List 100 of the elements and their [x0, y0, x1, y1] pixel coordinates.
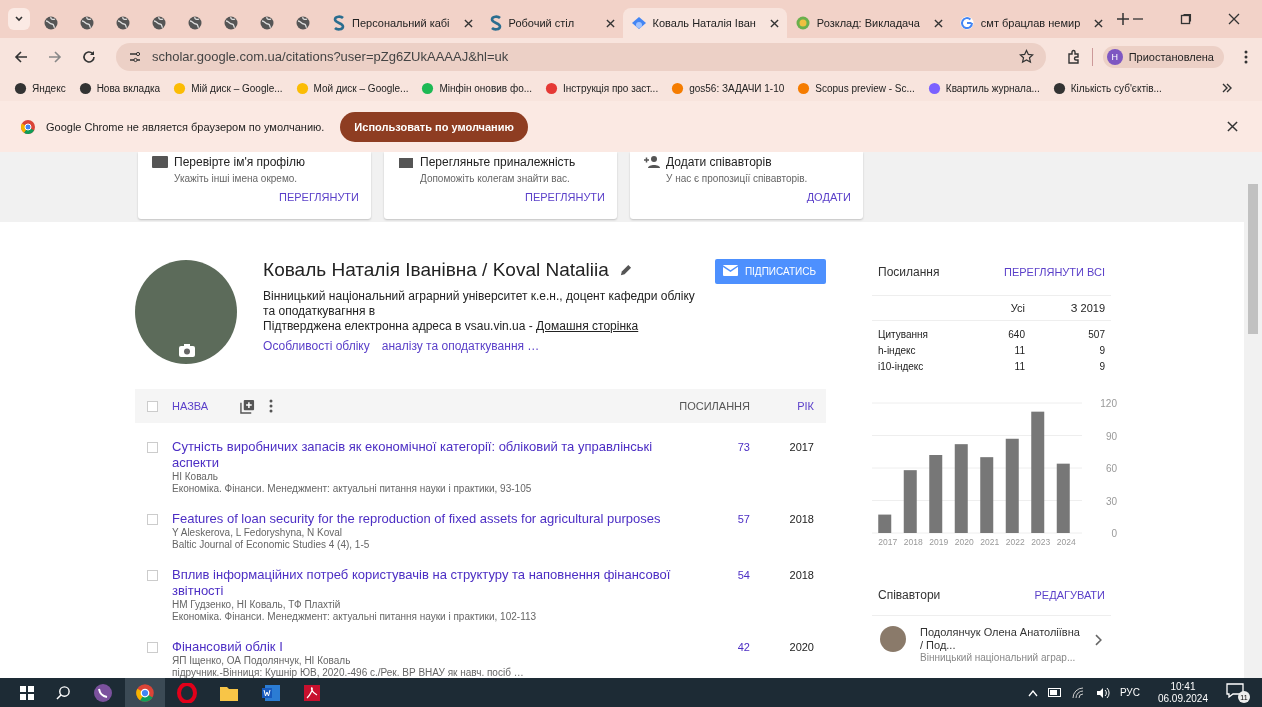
close-icon[interactable] — [769, 18, 779, 28]
card-action-link[interactable]: ПЕРЕГЛЯНУТИ — [525, 191, 605, 203]
viber-icon[interactable] — [93, 682, 113, 703]
site-settings-icon[interactable] — [128, 49, 142, 64]
pdf-icon[interactable] — [303, 683, 321, 702]
language-indicator[interactable]: РУС — [1119, 687, 1140, 698]
article-title-link[interactable]: Вплив інформаційних потреб користувачів на структуру та наповнення фінансової звітності — [172, 567, 672, 599]
citation-count-link[interactable]: 42 — [737, 641, 750, 653]
more-options-icon[interactable] — [269, 399, 274, 413]
card-action-link[interactable]: ДОДАТИ — [806, 191, 851, 203]
add-icon[interactable] — [240, 398, 256, 414]
checkbox[interactable] — [147, 642, 158, 653]
chrome-taskbar-icon[interactable] — [125, 678, 165, 707]
pencil-icon[interactable] — [618, 263, 632, 277]
battery-icon[interactable] — [1047, 688, 1062, 697]
citation-count-link[interactable]: 57 — [737, 513, 750, 525]
back-icon[interactable] — [14, 49, 28, 64]
bookmark-favicon-icon — [14, 81, 27, 95]
opera-icon[interactable] — [177, 682, 197, 703]
maximize-icon[interactable] — [1180, 13, 1192, 25]
bookmark-link[interactable]: Мінфін оновив фо... — [421, 81, 533, 95]
set-default-button[interactable]: Использовать по умолчанию — [340, 111, 528, 142]
checkbox[interactable] — [147, 400, 158, 412]
clock[interactable]: 10:41 06.09.2024 — [1157, 680, 1208, 705]
address-bar[interactable]: scholar.google.com.ua/citations?user=pZg6ZUkAAAAJ&hl=uk — [116, 42, 1046, 71]
s-logo-icon — [488, 15, 503, 31]
checkbox[interactable] — [147, 442, 158, 453]
bookmark-link[interactable]: Мій диск – Google... — [173, 81, 283, 95]
star-icon[interactable] — [1018, 49, 1034, 64]
bookmark-link[interactable]: Квартиль журнала... — [927, 81, 1040, 95]
x-tick-label: 2018 — [903, 537, 923, 547]
homepage-link[interactable]: Домашня сторінка — [536, 319, 639, 333]
section-title: Співавтори — [878, 588, 941, 602]
windows-start-icon[interactable] — [20, 685, 34, 700]
article-authors: ЯП Іщенко, ОА Подолянчук, НІ Коваль — [172, 655, 352, 667]
globe-icon — [223, 15, 239, 31]
close-icon[interactable] — [463, 18, 473, 28]
new-tab-icon[interactable] — [1117, 13, 1130, 25]
word-icon[interactable] — [261, 683, 281, 702]
article-title-link[interactable]: Features of loan security for the reproduction of fixed assets for agricultural purposes — [172, 511, 672, 527]
speaker-icon[interactable] — [1095, 686, 1110, 699]
article-title-link[interactable]: Сутність виробничих запасів як економічної категорії: обліковий та управлінські аспекти — [172, 439, 672, 471]
tab-search-button[interactable] — [8, 8, 30, 30]
bookmark-link[interactable]: gos56: ЗАДАЧИ 1-10 — [671, 81, 785, 95]
close-icon[interactable] — [933, 18, 943, 28]
close-icon[interactable] — [605, 18, 615, 28]
globe-icon — [115, 15, 131, 31]
forward-icon[interactable] — [48, 49, 62, 64]
card-action-link[interactable]: ПЕРЕГЛЯНУТИ — [279, 191, 359, 203]
bookmark-link[interactable]: Scopus preview - Sc... — [797, 81, 915, 95]
bookmark-favicon-icon — [927, 81, 941, 95]
column-header: Усі — [1009, 301, 1025, 316]
citation-bar[interactable] — [980, 457, 994, 533]
browser-tab[interactable]: Робочий стіл — [480, 8, 623, 38]
bookmark-link[interactable]: Нова вкладка — [78, 81, 161, 95]
browser-tab[interactable]: смт брацлав немир — [950, 8, 1112, 38]
bookmark-link[interactable]: Яндекс — [14, 81, 66, 95]
edit-link[interactable]: РЕДАГУВАТИ — [1034, 589, 1105, 601]
citation-bar[interactable] — [1005, 438, 1019, 533]
card-text: Укажіть інші імена окремо. — [173, 173, 299, 184]
citation-bar[interactable] — [878, 514, 892, 533]
citation-count-link[interactable]: 73 — [737, 441, 750, 453]
camera-icon[interactable] — [178, 342, 196, 358]
interest-link[interactable]: Особливості обліку — [263, 339, 370, 353]
close-icon[interactable] — [1227, 121, 1238, 132]
close-icon[interactable] — [1094, 18, 1104, 28]
extensions-icon[interactable] — [1065, 48, 1082, 65]
x-tick-label: 2020 — [954, 537, 974, 547]
wifi-icon[interactable] — [1071, 686, 1086, 699]
view-all-link[interactable]: ПЕРЕГЛЯНУТИ ВСІ — [1004, 266, 1105, 278]
citation-bar[interactable] — [903, 470, 917, 533]
profile-button[interactable]: Н Приостановлена — [1102, 45, 1224, 68]
coauthor-name-link[interactable]: Подолянчук Олена Анатоліївна / Под... — [920, 626, 1082, 652]
citation-bar[interactable] — [1031, 411, 1045, 533]
s-logo-icon — [332, 15, 346, 31]
chevron-up-icon[interactable] — [1027, 688, 1038, 697]
article-title-link[interactable]: Фінансовий облік І — [172, 639, 672, 655]
bookmark-link[interactable]: Інструкція про заст... — [545, 81, 659, 95]
column-header[interactable]: НАЗВА — [172, 400, 209, 412]
browser-tab[interactable]: Коваль Наталія Іван — [622, 8, 787, 38]
citation-bar[interactable] — [929, 455, 943, 533]
citation-bar[interactable] — [954, 444, 968, 533]
reload-icon[interactable] — [82, 49, 96, 64]
globe-icon — [43, 15, 59, 31]
checkbox[interactable] — [147, 570, 158, 581]
citation-count-link[interactable]: 54 — [737, 569, 750, 581]
bookmark-favicon-icon — [1052, 81, 1066, 95]
chevron-right-icon[interactable] — [1095, 634, 1103, 646]
interest-link[interactable]: аналізу та оподаткування … — [381, 339, 540, 353]
bookmark-link[interactable]: Мой диск – Google... — [295, 81, 409, 95]
browser-tab[interactable]: Персональний кабі — [324, 8, 481, 38]
search-icon[interactable] — [56, 685, 71, 700]
browser-tab[interactable]: Розклад: Викладача — [786, 8, 951, 38]
column-header[interactable]: РІК — [774, 400, 814, 412]
scrollbar[interactable] — [1244, 152, 1262, 678]
checkbox[interactable] — [147, 514, 158, 525]
bookmark-link[interactable]: Кількість суб'єктів... — [1052, 81, 1162, 95]
citation-bar[interactable] — [1056, 463, 1070, 533]
close-icon[interactable] — [1228, 13, 1240, 25]
menu-icon[interactable] — [1244, 49, 1248, 64]
